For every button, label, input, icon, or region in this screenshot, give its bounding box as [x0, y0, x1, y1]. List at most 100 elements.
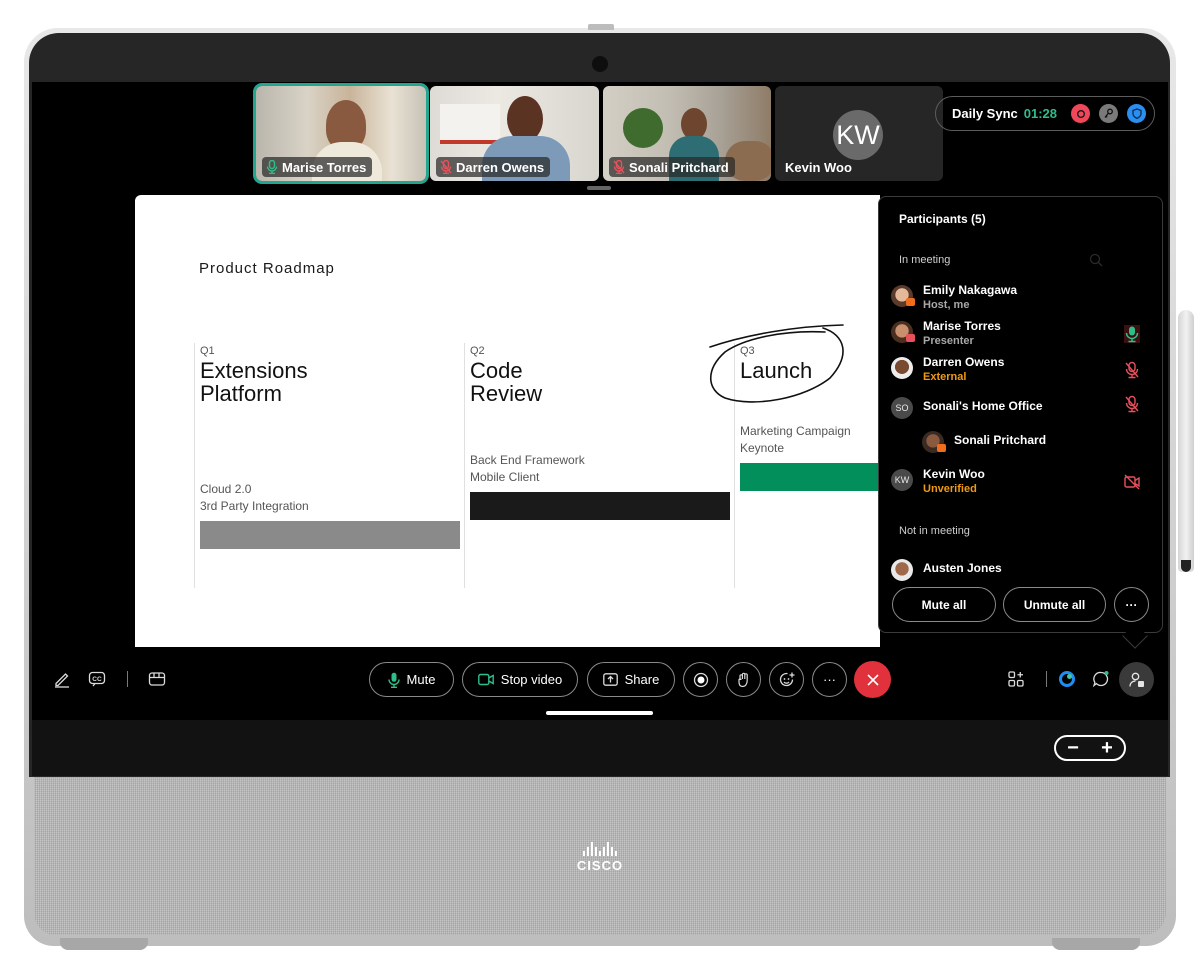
microphone-muted-icon: [1125, 395, 1139, 413]
avatar: KW: [833, 110, 883, 160]
camera-badge-icon: [906, 298, 915, 306]
shield-icon: [1127, 104, 1147, 123]
raise-hand-icon: [737, 672, 748, 687]
panel-title: Participants (5): [899, 212, 986, 226]
participant-row[interactable]: Marise Torres Presenter: [891, 319, 1151, 353]
chat-icon[interactable]: [1092, 670, 1110, 688]
end-call-button[interactable]: [854, 661, 891, 698]
video-strip-handle[interactable]: [587, 186, 611, 190]
mute-all-button[interactable]: Mute all: [892, 587, 996, 622]
tile-label: Marise Torres: [262, 157, 373, 177]
microphone-icon: [387, 672, 400, 688]
heading-line: Extensions: [200, 358, 308, 383]
device-chin: [32, 720, 1168, 776]
camera-badge-icon: [937, 444, 946, 452]
participant-row[interactable]: KW Kevin Woo Unverified: [891, 467, 1151, 501]
tile-name: Sonali Pritchard: [629, 159, 729, 175]
video-camera-icon: [477, 673, 494, 686]
tile-label: Kevin Woo: [781, 157, 858, 177]
heading-line: Platform: [200, 381, 282, 406]
participant-role: Unverified: [923, 483, 977, 495]
slide-title: Product Roadmap: [199, 260, 335, 277]
layout-icon[interactable]: [148, 670, 166, 688]
video-off-icon: [1124, 474, 1140, 490]
search-icon[interactable]: [1089, 253, 1103, 267]
share-label: Share: [624, 672, 660, 687]
volume-control[interactable]: − +: [1054, 735, 1126, 761]
progress-bar: [740, 463, 880, 491]
shared-presentation: Product Roadmap Q1 Extensions Platform C…: [135, 195, 880, 647]
video-tile-sonali-pritchard[interactable]: Sonali Pritchard: [603, 86, 771, 181]
quarter-label: Q1: [200, 345, 215, 357]
progress-bar: [470, 492, 730, 520]
annotation-circle-drawing: [709, 324, 844, 403]
section-not-in-meeting: Not in meeting: [899, 525, 970, 537]
more-options-button[interactable]: ···: [1114, 587, 1149, 622]
participant-name: Darren Owens: [923, 355, 1005, 369]
mute-button[interactable]: Mute: [369, 662, 454, 697]
participant-role: Presenter: [923, 335, 974, 347]
closed-captions-icon[interactable]: CC: [88, 670, 106, 688]
participant-name: Marise Torres: [923, 319, 1001, 333]
stop-video-label: Stop video: [500, 672, 563, 687]
roadmap-item: 3rd Party Integration: [200, 499, 309, 513]
participant-role: External: [923, 371, 967, 383]
raise-hand-button[interactable]: [726, 662, 761, 697]
meeting-info-pill[interactable]: Daily Sync 01:28: [935, 96, 1155, 131]
roadmap-column-q1: Q1 Extensions Platform Cloud 2.0 3rd Par…: [194, 343, 464, 588]
record-button[interactable]: [683, 662, 718, 697]
tile-name: Marise Torres: [282, 159, 367, 175]
participant-row[interactable]: Darren Owens External: [891, 355, 1151, 389]
pencil-annotate-icon[interactable]: [53, 670, 71, 688]
tile-name: Darren Owens: [456, 159, 545, 175]
video-tile-marise-torres[interactable]: Marise Torres: [253, 83, 429, 184]
heading-line: Review: [470, 381, 543, 406]
column-items: Cloud 2.0 3rd Party Integration: [200, 481, 309, 515]
apps-icon[interactable]: [1007, 670, 1025, 688]
device-foot-right: [1052, 938, 1140, 950]
column-items: Back End Framework Mobile Client: [470, 452, 585, 486]
stop-video-button[interactable]: Stop video: [462, 662, 578, 697]
participants-panel: Participants (5) In meeting Emily Nakaga…: [878, 196, 1163, 633]
participant-row[interactable]: Emily Nakagawa Host, me: [891, 283, 1151, 317]
roadmap-item: Marketing Campaign: [740, 424, 851, 438]
divider: [127, 671, 128, 687]
heading-line: Code: [470, 358, 523, 383]
unmute-all-button[interactable]: Unmute all: [1003, 587, 1106, 622]
emoji-add-icon: [779, 672, 794, 686]
recording-icon: [1071, 104, 1091, 123]
participant-name: Sonali's Home Office: [923, 399, 1043, 413]
progress-bar: [200, 521, 460, 549]
avatar: KW: [891, 469, 913, 491]
participant-name: Austen Jones: [923, 561, 1002, 575]
microphone-active-icon: [266, 160, 278, 174]
webex-assistant-icon[interactable]: [1058, 670, 1076, 688]
participant-row[interactable]: Austen Jones: [891, 557, 1151, 591]
share-screen-icon: [602, 673, 618, 686]
volume-down-icon[interactable]: −: [1067, 737, 1079, 760]
participants-icon: [1128, 672, 1144, 687]
avatar: [891, 357, 913, 379]
camera-lens: [592, 56, 608, 72]
column-items: Marketing Campaign Keynote: [740, 423, 851, 457]
reactions-button[interactable]: [769, 662, 804, 697]
column-heading: Extensions Platform: [200, 359, 464, 405]
volume-up-icon[interactable]: +: [1101, 737, 1113, 760]
stylus-tip: [1181, 560, 1191, 572]
microphone-active-icon: [1124, 325, 1140, 343]
video-tile-darren-owens[interactable]: Darren Owens: [430, 86, 599, 181]
cisco-logo: CISCO: [560, 842, 640, 873]
participant-row[interactable]: SO Sonali's Home Office: [891, 395, 1151, 429]
share-badge-icon: [906, 334, 915, 342]
microphone-muted-icon: [440, 160, 452, 174]
device-top-button: [588, 24, 614, 30]
video-tile-kevin-woo[interactable]: KW Kevin Woo: [775, 86, 943, 181]
roadmap-column-q2: Q2 Code Review Back End Framework Mobile…: [464, 343, 734, 588]
participant-row-nested[interactable]: Sonali Pritchard: [922, 429, 1182, 463]
participants-button[interactable]: [1119, 662, 1154, 697]
more-controls-button[interactable]: ···: [812, 662, 847, 697]
share-button[interactable]: Share: [587, 662, 675, 697]
home-indicator[interactable]: [546, 711, 653, 715]
background-desk: [440, 104, 500, 144]
close-icon: [866, 673, 879, 686]
